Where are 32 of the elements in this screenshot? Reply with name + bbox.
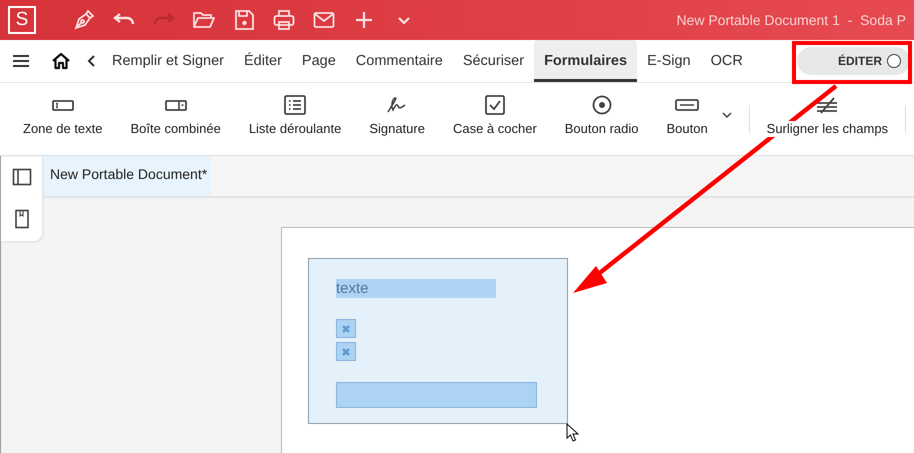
- home-icon[interactable]: [51, 51, 71, 71]
- ribbon-button[interactable]: Surligner les champs: [758, 83, 898, 155]
- list-icon: [282, 95, 308, 115]
- save-icon[interactable]: [232, 8, 256, 32]
- ribbon-tab[interactable]: Page: [292, 40, 346, 82]
- app-logo[interactable]: S: [8, 6, 36, 34]
- checkbox[interactable]: [336, 319, 356, 338]
- sidebar-icon[interactable]: [12, 167, 32, 187]
- cursor-icon: [566, 423, 580, 443]
- ribbon-tab[interactable]: Formulaires: [534, 40, 638, 82]
- cross-icon: [341, 346, 351, 356]
- pen-icon[interactable]: [72, 8, 96, 32]
- document-tab[interactable]: New Portable Document*: [42, 156, 212, 196]
- ribbon-button[interactable]: Zone de texte: [14, 83, 112, 155]
- button-field[interactable]: [336, 382, 537, 408]
- ribbon-button[interactable]: Bouton: [657, 83, 717, 155]
- window-title: New Portable Document 1 - Soda P: [676, 12, 906, 28]
- edit-toggle[interactable]: ÉDITER: [797, 47, 910, 75]
- ribbon-tab[interactable]: Remplir et Signer: [102, 40, 234, 82]
- ribbon-button[interactable]: Bouton radio: [556, 83, 648, 155]
- ribbon-tab[interactable]: E-Sign: [637, 40, 701, 82]
- ribbon-button[interactable]: Signature: [360, 83, 434, 155]
- ribbon-button[interactable]: Boîte combinée: [121, 83, 230, 155]
- ribbon-button[interactable]: Liste déroulante: [240, 83, 350, 155]
- cross-icon: [341, 324, 351, 334]
- ribbon-tab[interactable]: OCR: [700, 40, 753, 82]
- ribbon-tab[interactable]: Éditer: [234, 40, 292, 82]
- checkbox[interactable]: [336, 342, 356, 361]
- ribbon-tab[interactable]: Sécuriser: [452, 40, 534, 82]
- ribbon-tab[interactable]: Commentaire: [346, 40, 453, 82]
- ribbon-button[interactable]: Case à cocher: [444, 83, 546, 155]
- print-icon[interactable]: [272, 8, 296, 32]
